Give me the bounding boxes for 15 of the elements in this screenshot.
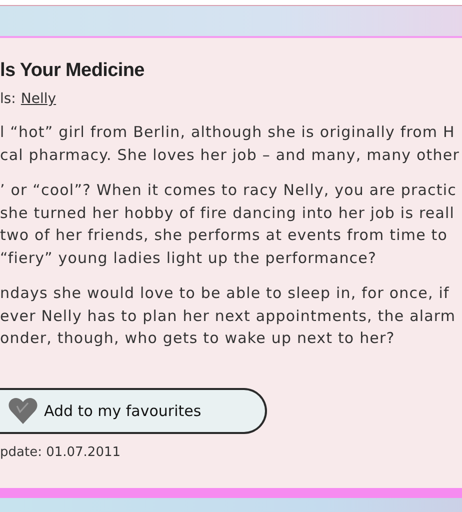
favourites-button[interactable]: Add to my favourites <box>0 388 267 434</box>
name-link[interactable]: Nelly <box>20 90 56 108</box>
text-line: ’ or “cool”? When it comes to racy Nelly, you are practic <box>0 180 458 201</box>
text-line: ndays she would love to be able to sleep in, for once, if <box>0 283 450 304</box>
text-line: l “hot” girl from Berlin, although she is originally from H <box>0 122 456 143</box>
text-line: “fiery” young ladies light up the performance? <box>0 248 378 268</box>
heart-icon <box>8 396 38 424</box>
text-line: onder, though, who gets to wake up next to her? <box>0 328 396 349</box>
text-line: she turned her hobby of fire dancing into her job is reall <box>0 202 456 224</box>
text-line: ever Nelly has to plan her next appointments, the alarm <box>0 306 457 326</box>
article-title: ls Your Medicine <box>0 59 146 83</box>
update-date: pdate: 01.07.2011 <box>0 444 122 460</box>
text-line: two of her friends, she performs at events from time to <box>0 225 449 246</box>
text-line: cal pharmacy. She loves her job – and many, many other <box>0 144 460 166</box>
details-label: ls: <box>0 90 16 108</box>
